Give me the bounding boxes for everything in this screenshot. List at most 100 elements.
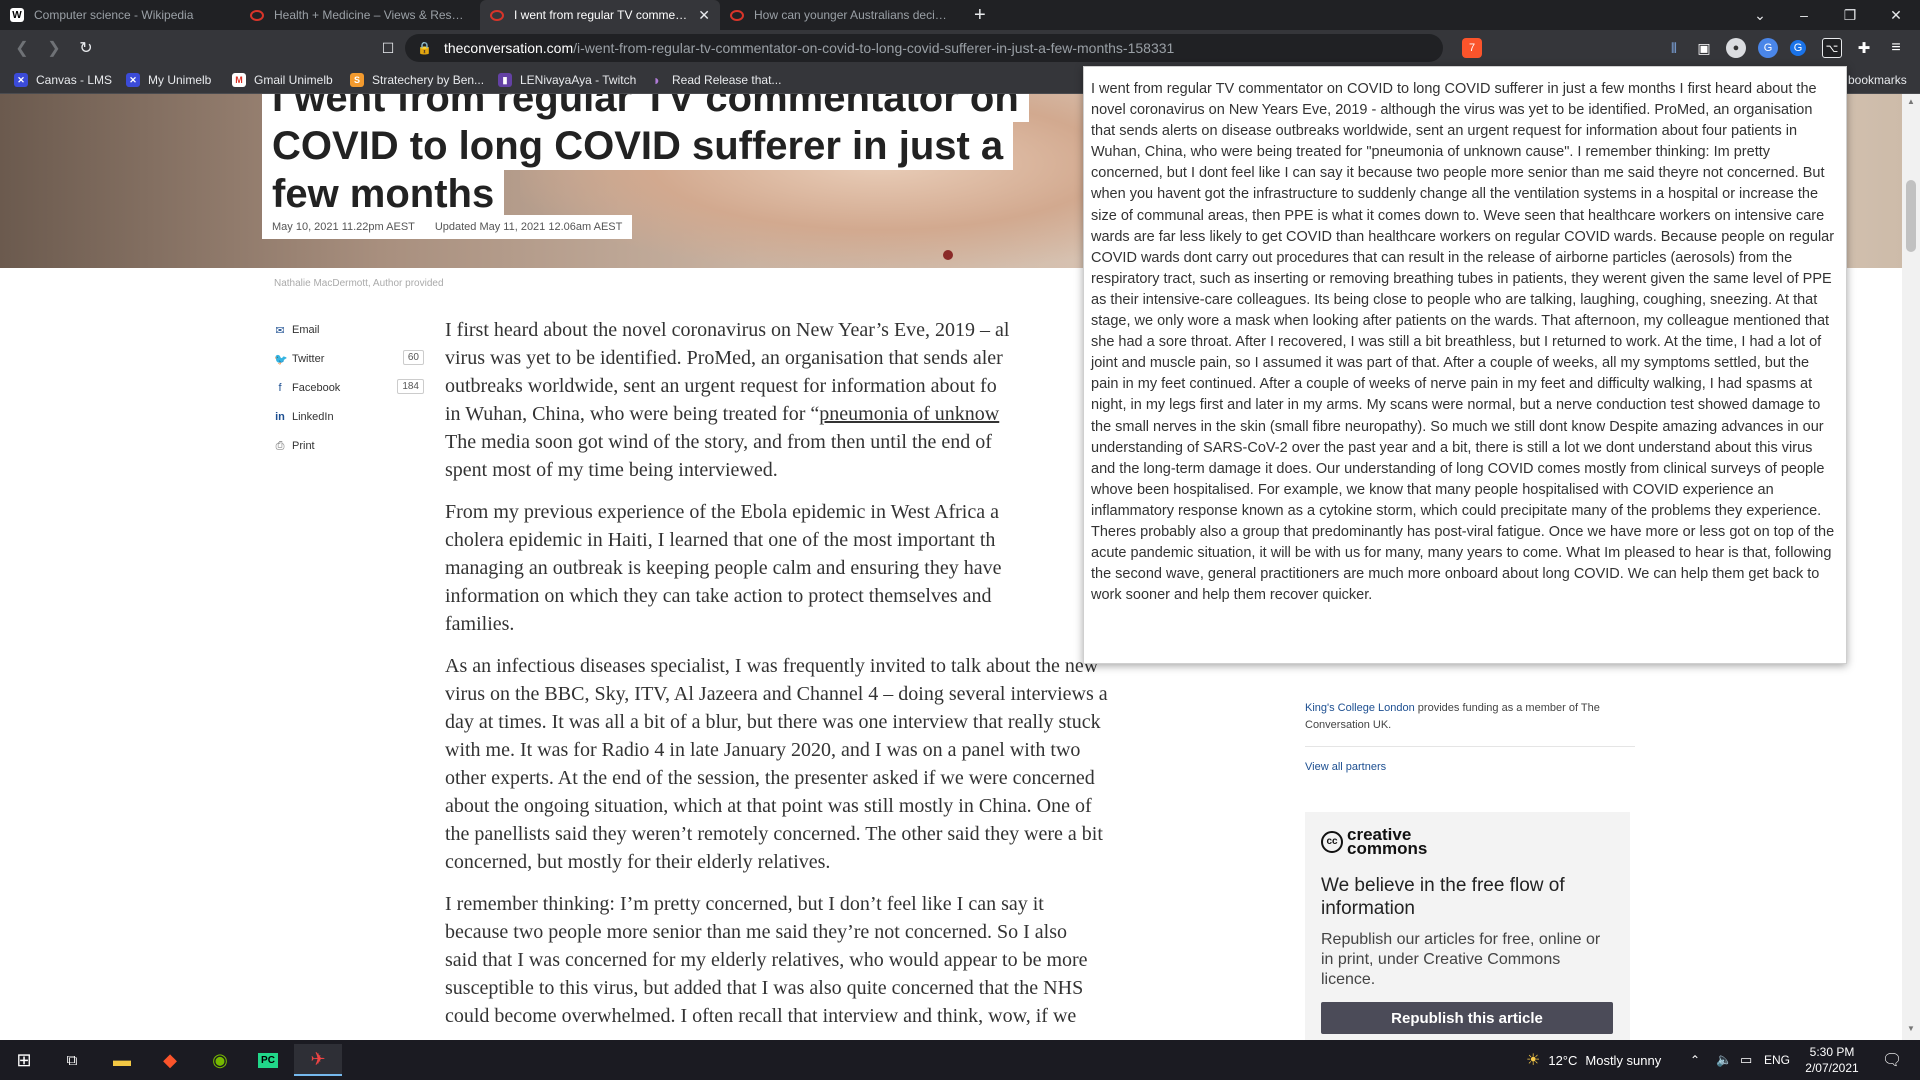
tab-title: Computer science - Wikipedia	[34, 8, 194, 22]
forward-icon[interactable]: ❯	[42, 36, 66, 60]
pneumonia-link[interactable]: pneumonia of unknow	[819, 403, 999, 425]
scrollbar-thumb[interactable]	[1906, 180, 1916, 252]
language-indicator[interactable]: ENG	[1764, 1040, 1790, 1080]
view-all-partners-link[interactable]: View all partners	[1305, 759, 1635, 776]
text-line: outbreaks worldwide, sent an urgent requ…	[445, 375, 997, 397]
gmail-icon: M	[232, 73, 246, 87]
translate-icon[interactable]: G	[1758, 38, 1778, 58]
conversation-icon	[250, 9, 264, 21]
tab-health-medicine[interactable]: Health + Medicine – Views & Research	[240, 0, 480, 30]
extension-text-popup[interactable]: I went from regular TV commentator on CO…	[1083, 66, 1847, 664]
article-dateline: May 10, 2021 11.22pm AEST Updated May 11…	[262, 215, 633, 239]
volume-icon[interactable]: 🔈	[1716, 1040, 1732, 1080]
notifications-icon[interactable]: 🗨	[1882, 1040, 1902, 1080]
text-line: day at times. It was all a bit of a blur…	[445, 711, 1101, 733]
network-icon[interactable]: ▭	[1740, 1040, 1752, 1080]
tray-chevron-icon[interactable]: ⌃	[1690, 1040, 1700, 1080]
tab-wikipedia[interactable]: W Computer science - Wikipedia	[0, 0, 240, 30]
extensions-puzzle-icon[interactable]: ✚	[1854, 38, 1874, 58]
clock-time: 5:30 PM	[1809, 1045, 1855, 1059]
bookmark-label: Gmail Unimelb	[254, 73, 333, 87]
pycharm-icon[interactable]: PC	[244, 1044, 292, 1076]
app-icon[interactable]: ✈	[294, 1044, 342, 1076]
bookmark-canvas[interactable]: ✕ Canvas - LMS	[14, 71, 112, 89]
text-line: about the ongoing situation, which at th…	[445, 795, 1092, 817]
new-tab-button[interactable]: +	[964, 0, 994, 30]
share-count: 184	[397, 379, 424, 394]
extension-reader-icon[interactable]: ⫴	[1664, 38, 1684, 58]
task-view-icon[interactable]: ⧉	[48, 1044, 96, 1076]
text-line: information on which they can take actio…	[445, 585, 992, 607]
system-clock[interactable]: 5:30 PM 2/07/2021	[1792, 1044, 1872, 1076]
bookmark-gmail[interactable]: M Gmail Unimelb	[232, 71, 333, 89]
other-bookmarks[interactable]: bookmarks	[1848, 71, 1907, 89]
weather-widget[interactable]: ☀ 12°C Mostly sunny	[1526, 1040, 1661, 1080]
image-caption: Nathalie MacDermott, Author provided	[274, 278, 444, 289]
text-line: said that I was concerned for my elderly…	[445, 949, 1088, 971]
nvidia-icon[interactable]: ◉	[196, 1044, 244, 1076]
minimize-icon[interactable]: –	[1784, 0, 1824, 30]
twitter-icon: 🐦	[274, 353, 288, 366]
bookmark-twitch[interactable]: ▮ LENivayaAya - Twitch	[498, 71, 636, 89]
lock-icon: 🔒	[417, 41, 432, 55]
windows-start-icon[interactable]: ⊞	[0, 1044, 48, 1076]
tab-search-icon[interactable]: ⌄	[1740, 0, 1780, 30]
tab-active-article[interactable]: I went from regular TV commentator on CO…	[480, 0, 720, 30]
share-facebook[interactable]: f Facebook 184	[274, 378, 424, 398]
brave-icon[interactable]: ◆	[146, 1044, 194, 1076]
share-print[interactable]: ⎙ Print	[274, 436, 424, 456]
text-line: other experts. At the end of the session…	[445, 767, 1095, 789]
republish-button[interactable]: Republish this article	[1321, 1002, 1613, 1034]
bookmark-label: bookmarks	[1848, 73, 1907, 87]
back-icon[interactable]: ❮	[10, 36, 34, 60]
bookmark-my-unimelb[interactable]: ✕ My Unimelb	[126, 71, 211, 89]
tab-title: Health + Medicine – Views & Research	[274, 8, 470, 22]
scroll-up-icon[interactable]: ▲	[1906, 97, 1916, 109]
stratechery-icon: S	[350, 73, 364, 87]
tab-younger-australians[interactable]: How can younger Australians decide a	[720, 0, 960, 30]
creative-commons-card: cc creative commons We believe in the fre…	[1305, 812, 1630, 1040]
bookmark-stratechery[interactable]: S Stratechery by Ben...	[350, 71, 484, 89]
page-scrollbar[interactable]: ▲ ▼	[1902, 94, 1920, 1040]
conversation-icon	[730, 9, 744, 21]
file-explorer-icon[interactable]: ▬	[98, 1044, 146, 1076]
article-title-line: few months	[262, 170, 505, 218]
share-email[interactable]: ✉ Email	[274, 320, 424, 340]
bookmark-label: Read Release that...	[672, 73, 782, 87]
reload-icon[interactable]: ↻	[74, 36, 98, 60]
creative-commons-logo: cc creative commons	[1321, 825, 1614, 858]
bookmark-label: My Unimelb	[148, 73, 212, 87]
extension-active-icon[interactable]: ⌥	[1822, 38, 1842, 58]
brave-shields-icon[interactable]: 7	[1462, 38, 1482, 58]
share-twitter[interactable]: 🐦 Twitter 60	[274, 349, 424, 369]
bookmark-star-icon[interactable]: ☐	[376, 36, 400, 60]
text-line: because two people more senior than me s…	[445, 921, 1068, 943]
linkedin-icon: in	[275, 411, 285, 423]
email-icon: ✉	[275, 324, 285, 337]
url-host: theconversation.com	[443, 40, 574, 56]
extension-window-icon[interactable]: ▣	[1694, 38, 1714, 58]
text-line: managing an outbreak is keeping people c…	[445, 557, 1002, 579]
extension-profile-icon[interactable]: ●	[1726, 38, 1746, 58]
cc-logo-text: creative commons	[1347, 825, 1428, 858]
bookmark-read-release[interactable]: ◗ Read Release that...	[650, 71, 782, 89]
partner-box: King's College London provides funding a…	[1305, 700, 1635, 776]
menu-icon[interactable]: ≡	[1886, 38, 1906, 58]
address-bar[interactable]: 🔒 theconversation.com /i-went-from-regul…	[405, 34, 1443, 62]
article-title-line: I went from regular TV commentator on	[262, 94, 1029, 122]
bookmark-label: LENivayaAya - Twitch	[520, 73, 637, 87]
wikipedia-icon: W	[10, 8, 24, 22]
share-linkedin[interactable]: in LinkedIn	[274, 407, 424, 427]
close-window-icon[interactable]: ✕	[1876, 0, 1916, 30]
weather-desc: Mostly sunny	[1585, 1052, 1662, 1068]
scroll-down-icon[interactable]: ▼	[1906, 1024, 1916, 1036]
close-tab-icon[interactable]: ✕	[698, 7, 710, 24]
text-line: spent most of my time being interviewed.	[445, 459, 778, 481]
unimelb-icon: ✕	[126, 73, 140, 87]
cc-body-text: Republish our articles for free, online …	[1321, 931, 1601, 988]
partner-link[interactable]: King's College London	[1305, 702, 1415, 714]
text-line: From my previous experience of the Ebola…	[445, 501, 999, 523]
restore-icon[interactable]: ❐	[1830, 0, 1870, 30]
grammarly-icon[interactable]: G	[1790, 40, 1806, 56]
text-line: cholera epidemic in Haiti, I learned tha…	[445, 529, 996, 551]
